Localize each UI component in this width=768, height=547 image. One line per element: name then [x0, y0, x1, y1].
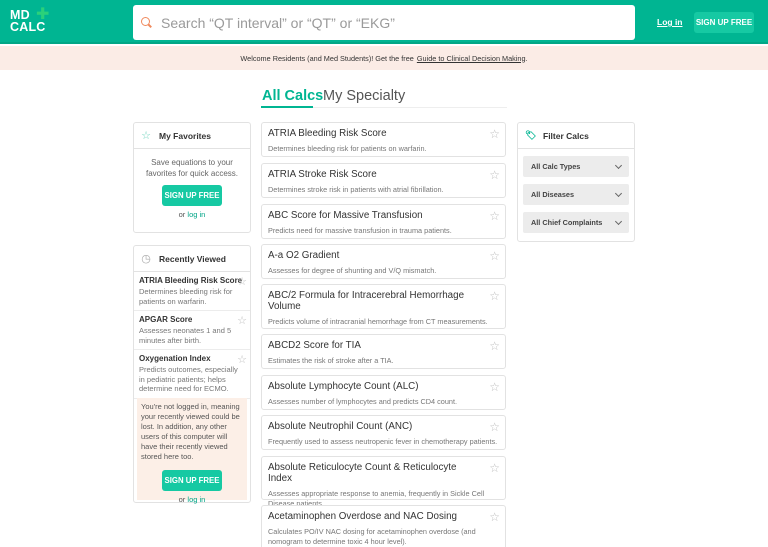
- calc-title: ABCD2 Score for TIA: [268, 340, 361, 351]
- banner-suffix: .: [525, 53, 528, 63]
- notice-login-link[interactable]: log in: [187, 495, 205, 504]
- search-bar[interactable]: [133, 5, 635, 40]
- chevron-down-icon: [614, 161, 623, 169]
- search-input[interactable]: [161, 14, 635, 31]
- dropdown-value: All Diseases: [531, 190, 574, 199]
- calc-list-item[interactable]: A-a O2 Gradient Assesses for degree of s…: [261, 244, 506, 279]
- recently-viewed-panel: ◷ Recently Viewed ATRIA Bleeding Risk Sc…: [133, 245, 251, 504]
- star-icon: ☆: [141, 130, 151, 142]
- calc-title: ATRIA Bleeding Risk Score: [268, 128, 387, 139]
- recent-item[interactable]: Oxygenation Index Predicts outcomes, esp…: [134, 350, 250, 399]
- star-icon[interactable]: ☆: [489, 510, 500, 524]
- chief-complaints-dropdown[interactable]: All Chief Complaints: [523, 212, 629, 233]
- calc-list-item[interactable]: ABC Score for Massive Transfusion Predic…: [261, 204, 506, 239]
- star-icon[interactable]: ☆: [489, 249, 500, 263]
- calc-title: ATRIA Stroke Risk Score: [268, 169, 377, 180]
- login-link[interactable]: Log in: [657, 17, 683, 27]
- recent-item-title: ATRIA Bleeding Risk Score: [139, 276, 243, 285]
- chevron-down-icon: [614, 217, 623, 225]
- recent-item-desc: Predicts outcomes, especially in pediatr…: [139, 365, 238, 393]
- logo-plus-icon: ✚: [36, 6, 50, 23]
- banner-text: Welcome Residents (and Med Students)! Ge…: [240, 53, 414, 63]
- star-icon[interactable]: ☆: [489, 127, 500, 141]
- calc-list-item[interactable]: ABCD2 Score for TIA Estimates the risk o…: [261, 334, 506, 369]
- signup-button[interactable]: SIGN UP FREE: [694, 12, 754, 33]
- welcome-banner: Welcome Residents (and Med Students)! Ge…: [0, 46, 768, 70]
- calc-desc: Calculates PO/IV NAC dosing for acetamin…: [268, 527, 476, 546]
- mdcalc-logo[interactable]: MD CALC ✚: [10, 6, 50, 37]
- favorites-text: Save equations to your favorites for qui…: [145, 158, 239, 178]
- filter-header: 🏷 Filter Calcs: [518, 123, 634, 149]
- star-icon[interactable]: ☆: [489, 380, 500, 394]
- recently-viewed-title: Recently Viewed: [159, 253, 226, 264]
- star-icon[interactable]: ☆: [237, 353, 247, 366]
- calc-list-item[interactable]: Absolute Lymphocyte Count (ALC) Assesses…: [261, 375, 506, 410]
- favorites-login-link[interactable]: log in: [187, 210, 205, 219]
- tab-my-specialty[interactable]: My Specialty: [323, 86, 405, 106]
- favorites-panel: ☆ My Favorites Save equations to your fa…: [133, 122, 251, 233]
- recent-item-desc: Determines bleeding risk for patients on…: [139, 287, 233, 306]
- calc-desc: Assesses for degree of shunting and V/Q …: [268, 266, 437, 275]
- calc-title: Absolute Reticulocyte Count & Reticulocy…: [268, 462, 457, 484]
- calc-tabs: All Calcs My Specialty: [261, 86, 507, 108]
- notice-signup-button[interactable]: SIGN UP FREE: [162, 470, 222, 491]
- favorites-signup-button[interactable]: SIGN UP FREE: [162, 185, 222, 206]
- banner-guide-link[interactable]: Guide to Clinical Decision Making: [417, 54, 526, 63]
- filter-title: Filter Calcs: [543, 130, 589, 141]
- star-icon[interactable]: ☆: [237, 275, 247, 288]
- notice-text: You're not logged in, meaning your recen…: [141, 402, 240, 461]
- active-tab-indicator: [261, 106, 313, 108]
- calc-title: Acetaminophen Overdose and NAC Dosing: [268, 511, 457, 522]
- calc-title: A-a O2 Gradient: [268, 250, 340, 261]
- tag-icon: 🏷: [525, 130, 537, 140]
- or-text: or: [178, 495, 186, 504]
- recent-item-title: APGAR Score: [139, 315, 193, 324]
- calc-list-item[interactable]: ATRIA Stroke Risk Score Determines strok…: [261, 163, 506, 198]
- tab-all-calcs[interactable]: All Calcs: [262, 86, 323, 106]
- search-icon: [141, 16, 153, 29]
- star-icon[interactable]: ☆: [489, 461, 500, 475]
- calc-list-item[interactable]: ABC/2 Formula for Intracerebral Hemorrha…: [261, 284, 506, 329]
- calc-list-item[interactable]: Absolute Reticulocyte Count & Reticulocy…: [261, 456, 506, 508]
- favorites-header: ☆ My Favorites: [134, 123, 250, 149]
- star-icon[interactable]: ☆: [489, 420, 500, 434]
- recent-item-title: Oxygenation Index: [139, 354, 211, 363]
- recently-viewed-header: ◷ Recently Viewed: [134, 246, 250, 272]
- calc-desc: Frequently used to assess neutropenic fe…: [268, 437, 498, 446]
- favorites-or-login: or log in: [134, 210, 250, 219]
- recent-item[interactable]: APGAR Score Assesses neonates 1 and 5 mi…: [134, 311, 250, 350]
- recent-item-desc: Assesses neonates 1 and 5 minutes after …: [139, 326, 232, 345]
- calc-desc: Estimates the risk of stroke after a TIA…: [268, 356, 394, 365]
- calc-desc: Predicts need for massive transfusion in…: [268, 226, 452, 235]
- star-icon[interactable]: ☆: [489, 289, 500, 303]
- recent-item[interactable]: ATRIA Bleeding Risk Score Determines ble…: [134, 272, 250, 311]
- not-logged-in-notice: You're not logged in, meaning your recen…: [137, 398, 247, 504]
- star-icon[interactable]: ☆: [489, 209, 500, 223]
- calc-title: Absolute Lymphocyte Count (ALC): [268, 381, 419, 392]
- star-icon[interactable]: ☆: [237, 314, 247, 327]
- calc-title: ABC/2 Formula for Intracerebral Hemorrha…: [268, 290, 465, 312]
- calc-list-item[interactable]: Absolute Neutrophil Count (ANC) Frequent…: [261, 415, 506, 450]
- or-text: or: [178, 210, 186, 219]
- calc-title: ABC Score for Massive Transfusion: [268, 210, 423, 221]
- dropdown-value: All Chief Complaints: [531, 218, 603, 227]
- top-header: MD CALC ✚ Log in SIGN UP FREE: [0, 0, 768, 44]
- calc-desc: Determines bleeding risk for patients on…: [268, 144, 427, 153]
- chevron-down-icon: [614, 189, 623, 197]
- calc-list-item[interactable]: Acetaminophen Overdose and NAC Dosing Ca…: [261, 505, 506, 547]
- star-icon[interactable]: ☆: [489, 168, 500, 182]
- filter-panel: 🏷 Filter Calcs All Calc Types All Diseas…: [517, 122, 635, 242]
- clock-icon: ◷: [141, 253, 151, 265]
- diseases-dropdown[interactable]: All Diseases: [523, 184, 629, 205]
- calc-desc: Determines stroke risk in patients with …: [268, 185, 444, 194]
- notice-or-login: or log in: [141, 495, 243, 504]
- calc-list-item[interactable]: ATRIA Bleeding Risk Score Determines ble…: [261, 122, 506, 157]
- calc-types-dropdown[interactable]: All Calc Types: [523, 156, 629, 177]
- calc-desc: Predicts volume of intracranial hemorrha…: [268, 317, 488, 326]
- favorites-title: My Favorites: [159, 130, 211, 141]
- star-icon[interactable]: ☆: [489, 339, 500, 353]
- dropdown-value: All Calc Types: [531, 162, 581, 171]
- calc-desc: Assesses number of lymphocytes and predi…: [268, 397, 457, 406]
- calc-title: Absolute Neutrophil Count (ANC): [268, 421, 413, 432]
